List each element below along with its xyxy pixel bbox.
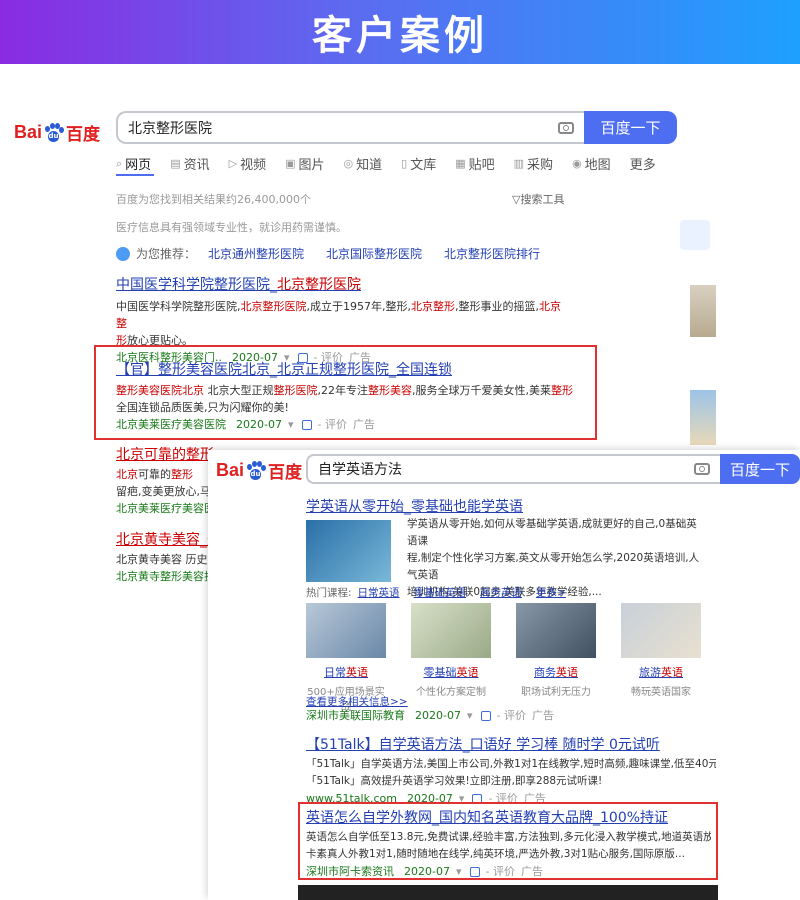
thumb-image <box>516 603 596 658</box>
right-sidebar <box>676 210 716 450</box>
image-icon: ▣ <box>285 157 296 170</box>
result-desc: 整形美容医院北京 北京大型正规整形医院,22年专注整形美容,服务全球万千爱美女性… <box>116 384 573 414</box>
tab-wenku[interactable]: ▯ 文库 <box>401 154 436 173</box>
recommendations: 为您推荐： 北京通州整形医院 北京国际整形医院 北京整形医院排行 <box>116 245 562 262</box>
result-desc: 英语怎么自学低至13.8元,免费试课,经验丰富,方法独到,多元化浸入教学模式,地… <box>306 831 711 843</box>
baidu-logo[interactable]: Bai du 百度 <box>216 458 302 483</box>
thumb-image <box>306 603 386 658</box>
result-source: 北京美莱医疗美容医 <box>116 502 215 515</box>
hot-course-link[interactable]: 日常英语 <box>358 585 400 600</box>
dropdown-icon: ▾ <box>466 709 473 722</box>
search-button[interactable]: 百度一下 <box>720 454 800 484</box>
search-result: 学英语从零开始_零基础也能学英语 <box>306 498 706 516</box>
sidebar-image[interactable] <box>690 390 716 445</box>
course-thumb[interactable]: 旅游英语 畅玩英语国家 <box>621 603 701 713</box>
verified-icon <box>480 710 491 721</box>
question-icon: ◎ <box>343 157 354 170</box>
course-thumb[interactable]: 商务英语 职场试利无压力 <box>516 603 596 713</box>
sidebar-badge <box>680 220 710 250</box>
camera-icon[interactable] <box>694 463 710 475</box>
cart-icon: ▥ <box>513 157 525 170</box>
play-icon: ▷ <box>228 157 238 170</box>
result-desc: 卡素真人外教1对1,随时随地在线学,纯英环境,严选外教,3对1贴心服务,国际原版… <box>306 848 685 860</box>
result-desc: 北京黄寺美容 历史悠 <box>116 553 210 566</box>
search-result-highlighted: 英语怎么自学外教网_国内知名英语教育大品牌_100%持证 英语怎么自学低至13.… <box>306 809 711 880</box>
search-tools[interactable]: ▽搜索工具 <box>512 191 564 207</box>
thumb-image <box>411 603 491 658</box>
search-suggestion-icon <box>116 246 130 261</box>
tab-images[interactable]: ▣ 图片 <box>285 154 324 173</box>
result-desc: 「51Talk」高效提升英语学习效果!立即注册,即享288元试听课! <box>306 775 603 787</box>
doc-icon: ▯ <box>401 157 408 170</box>
results-count: 百度为您找到相关结果约26,400,000个 <box>116 193 311 206</box>
tab-tieba[interactable]: ▦ 贴吧 <box>455 154 494 173</box>
result-source: 深圳市阿卡索资讯 2020-07 ▾ - 评价 广告 <box>306 865 543 878</box>
recommend-link[interactable]: 北京整形医院排行 <box>444 245 540 262</box>
medical-notice: 医疗信息具有强领域专业性，就诊用药需谨慎。 <box>116 221 347 234</box>
tab-news[interactable]: ▤ 资讯 <box>170 154 209 173</box>
search-result: 北京可靠的整形 北京可靠的整形 留疤,变美更放心,马 北京美莱医疗美容医 <box>116 446 216 517</box>
hot-courses: 热门课程: 日常英语 零基础英语 商务英语 更多> <box>306 585 566 600</box>
news-icon: ▤ <box>170 157 181 170</box>
camera-icon[interactable] <box>558 121 574 134</box>
search-result: 【51Talk】自学英语方法_口语好 学习棒 随时学 0元试听 「51Talk」… <box>306 736 716 807</box>
result-title[interactable]: 中国医学科学院整形医院_北京整形医院 <box>116 276 566 294</box>
result-title[interactable]: 北京可靠的整形 <box>116 446 216 464</box>
thumb-image <box>621 603 701 658</box>
result-source: 深圳市美联国际教育 2020-07 ▾ - 评价 广告 <box>306 709 554 722</box>
tab-web[interactable]: ⌕ 网页 <box>116 154 151 174</box>
dropdown-icon: ▾ <box>455 865 462 878</box>
search-input[interactable]: 北京整形医院 <box>116 111 584 144</box>
result-title[interactable]: 北京黄寺美容_美 <box>116 531 210 549</box>
tab-zhidao[interactable]: ◎ 知道 <box>344 154 383 173</box>
search-button[interactable]: 百度一下 <box>584 111 677 144</box>
dropdown-icon: ▾ <box>287 418 294 431</box>
sidebar-image[interactable] <box>690 285 716 337</box>
result-title[interactable]: 【51Talk】自学英语方法_口语好 学习棒 随时学 0元试听 <box>306 736 716 754</box>
course-book-image[interactable] <box>306 520 391 582</box>
tab-more[interactable]: 更多 <box>630 154 656 173</box>
search-bar: 北京整形医院 百度一下 <box>116 111 677 144</box>
verified-icon <box>469 866 480 877</box>
search-tabs: ⌕ 网页 ▤ 资讯 ▷ 视频 ▣ 图片 ◎ 知道 ▯ 文库 ▦ 贴吧 ▥ 采购 ◉ 地图 更多 <box>116 154 675 174</box>
active-tab-indicator <box>116 174 154 176</box>
result-desc: 留疤,变美更放心,马 <box>116 485 211 498</box>
baidu-paw-icon: du <box>43 122 65 143</box>
search-result-highlighted: 【官】整形美容医院北京_北京正规整形医院_全国连锁 整形美容医院北京 北京大型正… <box>116 361 586 433</box>
bottom-strip <box>298 885 718 900</box>
recommend-link[interactable]: 北京国际整形医院 <box>326 245 422 262</box>
tab-caigou[interactable]: ▥ 采购 <box>514 154 553 173</box>
forum-icon: ▦ <box>455 157 466 170</box>
recommend-link[interactable]: 北京通州整形医院 <box>208 245 304 262</box>
baidu-logo[interactable]: Bai du 百度 <box>14 120 100 145</box>
hot-course-link[interactable]: 商务英语 <box>480 585 522 600</box>
result-source: 北京美莱医疗美容医院 2020-07 ▾ - 评价 广告 <box>116 418 375 431</box>
verified-icon <box>301 419 312 430</box>
baidu-paw-icon: du <box>245 460 267 481</box>
result-title[interactable]: 学英语从零开始_零基础也能学英语 <box>306 498 706 516</box>
tab-map[interactable]: ◉ 地图 <box>572 154 611 173</box>
result-desc: 中国医学科学院整形医院,北京整形医院,成立于1957年,整形,北京整形,整形事业… <box>116 300 561 347</box>
result-title[interactable]: 英语怎么自学外教网_国内知名英语教育大品牌_100%持证 <box>306 809 711 827</box>
search-icon: ⌕ <box>116 156 123 170</box>
search-bar: 自学英语方法 百度一下 <box>306 454 800 484</box>
hot-course-link[interactable]: 更多> <box>536 585 566 600</box>
search-input[interactable]: 自学英语方法 <box>306 454 720 484</box>
map-pin-icon: ◉ <box>572 157 582 170</box>
result-desc: 北京可靠的整形 <box>116 468 193 481</box>
result-desc: 「51Talk」自学英语方法,美国上市公司,外教1对1在线教学,短时高频,趣味课… <box>306 758 716 770</box>
course-thumb[interactable]: 零基础英语 个性化方案定制 <box>411 603 491 713</box>
search-result: 北京黄寺美容_美 北京黄寺美容 历史悠 北京黄寺整形美容技 <box>116 531 210 585</box>
banner: 客户案例 <box>0 0 800 64</box>
tab-video[interactable]: ▷ 视频 <box>229 154 266 173</box>
result-source: 北京黄寺整形美容技 <box>116 570 210 583</box>
result-title[interactable]: 【官】整形美容医院北京_北京正规整形医院_全国连锁 <box>116 361 586 379</box>
banner-title: 客户案例 <box>312 13 488 59</box>
hot-course-link[interactable]: 零基础英语 <box>414 585 467 600</box>
